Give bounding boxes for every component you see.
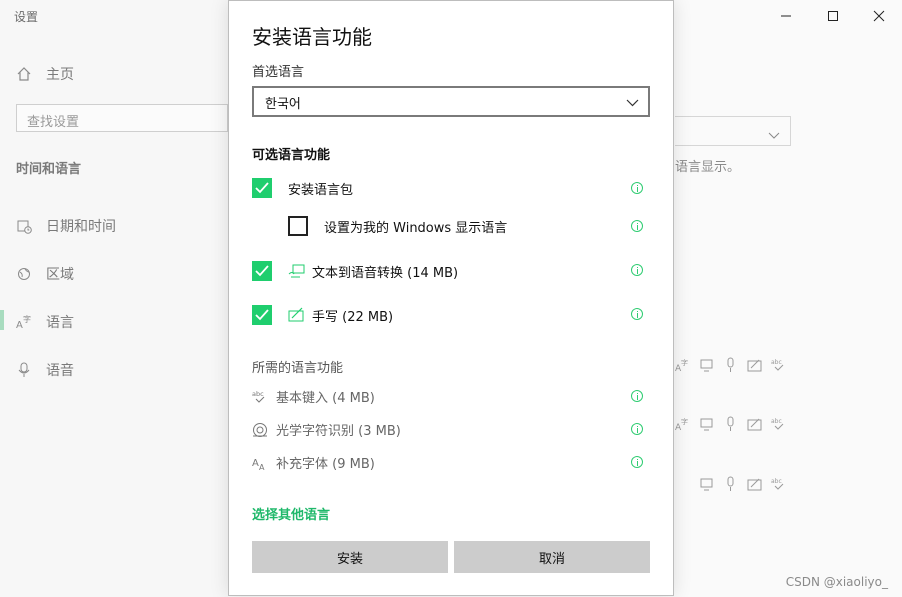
info-icon[interactable]: [631, 456, 643, 468]
option-label: 手写 (22 MB): [312, 309, 394, 325]
svg-text:A: A: [16, 320, 23, 330]
abc-typing-icon: abc: [252, 389, 268, 405]
watermark: CSDN @xiaoliyo_: [785, 575, 888, 589]
sidebar-item-label: 日期和时间: [46, 219, 116, 235]
text-to-speech-icon: [700, 359, 713, 372]
microphone-icon: [727, 476, 734, 491]
svg-text:abc: abc: [252, 390, 264, 398]
option-label: 文本到语音转换 (14 MB): [312, 265, 459, 281]
checkbox-unchecked[interactable]: [288, 216, 308, 236]
language-icon: A字: [675, 417, 688, 432]
close-button[interactable]: [869, 6, 889, 27]
info-icon[interactable]: [631, 182, 643, 194]
install-button[interactable]: 安装: [252, 541, 448, 573]
chevron-down-icon: [626, 96, 639, 111]
required-feature-label: 光学字符识别 (3 MB): [276, 424, 401, 439]
svg-text:abc: abc: [771, 359, 782, 366]
cancel-button[interactable]: 取消: [454, 541, 650, 573]
option-label: 安装语言包: [288, 182, 354, 198]
selection-indicator: [0, 310, 4, 330]
language-features-row: A字 abc: [675, 416, 787, 432]
option-handwriting[interactable]: 手写 (22 MB): [252, 305, 393, 325]
microphone-icon: [16, 362, 32, 378]
svg-text:字: 字: [681, 358, 688, 367]
svg-text:abc: abc: [771, 418, 782, 425]
maximize-button[interactable]: [823, 6, 843, 27]
selected-language: 한국어: [265, 97, 301, 112]
handwriting-icon: [747, 478, 762, 491]
search-input[interactable]: 查找设置: [16, 104, 228, 132]
font-icon: AA: [252, 455, 268, 471]
sidebar-item-date-time[interactable]: 日期和时间: [16, 216, 116, 236]
info-icon[interactable]: [631, 390, 643, 402]
checkbox-checked[interactable]: [252, 261, 272, 281]
microphone-icon: [727, 416, 734, 431]
language-icon: A字: [675, 358, 688, 373]
ocr-icon: [252, 422, 268, 438]
handwriting-icon: [747, 359, 762, 372]
home-icon: [16, 66, 32, 82]
globe-icon: [16, 266, 32, 282]
required-feature-fonts: AA 补充字体 (9 MB): [252, 453, 375, 472]
language-features-row: A字 abc: [675, 357, 787, 373]
abc-typing-icon: abc: [771, 418, 784, 430]
svg-text:字: 字: [23, 314, 31, 324]
info-icon[interactable]: [631, 423, 643, 435]
preferred-language-select[interactable]: 한국어: [252, 86, 650, 117]
option-label: 设置为我的 Windows 显示语言: [324, 220, 508, 236]
minimize-button[interactable]: [776, 6, 796, 27]
text-to-speech-icon: [700, 478, 713, 491]
sidebar-item-language[interactable]: A字 语言: [16, 312, 74, 332]
required-feature-typing: abc 基本键入 (4 MB): [252, 387, 375, 407]
sidebar-item-region[interactable]: 区域: [16, 264, 74, 284]
sidebar: 设置 主页 查找设置 时间和语言 日期和时间 区域 A字 语言 语音: [0, 0, 228, 597]
chevron-down-icon: [768, 125, 780, 144]
section-title: 时间和语言: [16, 162, 82, 177]
sidebar-item-label: 语言: [46, 315, 74, 331]
dialog-title: 安装语言功能: [252, 25, 372, 49]
install-language-dialog: 安装语言功能 首选语言 한국어 可选语言功能 安装语言包 设置为我的 Windo…: [228, 0, 674, 596]
option-set-display-language[interactable]: 设置为我的 Windows 显示语言: [288, 216, 507, 236]
language-features-row: abc: [699, 476, 787, 492]
text-to-speech-icon: [288, 263, 306, 279]
background-dropdown[interactable]: [675, 116, 791, 146]
language-icon: A字: [16, 314, 32, 330]
required-features-title: 所需的语言功能: [252, 361, 344, 376]
text-to-speech-icon: [700, 418, 713, 431]
info-icon[interactable]: [631, 220, 643, 232]
sidebar-item-speech[interactable]: 语音: [16, 360, 74, 380]
info-icon[interactable]: [631, 264, 643, 276]
optional-features-title: 可选语言功能: [252, 148, 331, 163]
checkbox-checked[interactable]: [252, 178, 272, 198]
background-text: 语言显示。: [675, 160, 741, 175]
calendar-clock-icon: [16, 218, 32, 234]
svg-text:A: A: [252, 458, 259, 469]
option-install-language-pack[interactable]: 安装语言包: [252, 178, 353, 198]
sidebar-item-label: 主页: [46, 67, 74, 83]
sidebar-item-label: 区域: [46, 267, 74, 283]
preferred-language-label: 首选语言: [252, 65, 305, 80]
svg-text:abc: abc: [771, 478, 782, 485]
option-text-to-speech[interactable]: 文本到语音转换 (14 MB): [252, 261, 458, 281]
handwriting-icon: [747, 418, 762, 431]
window-title: 设置: [14, 10, 39, 24]
svg-text:A: A: [259, 463, 265, 471]
required-feature-ocr: 光学字符识别 (3 MB): [252, 420, 401, 439]
abc-typing-icon: abc: [771, 478, 784, 490]
choose-other-language-link[interactable]: 选择其他语言: [252, 504, 330, 523]
handwriting-icon: [288, 307, 306, 323]
microphone-icon: [727, 357, 734, 372]
sidebar-item-label: 语音: [46, 363, 74, 379]
info-icon[interactable]: [631, 308, 643, 320]
required-feature-label: 补充字体 (9 MB): [276, 457, 375, 472]
sidebar-item-home[interactable]: 主页: [16, 64, 74, 84]
required-feature-label: 基本键入 (4 MB): [276, 391, 375, 406]
svg-text:字: 字: [681, 417, 688, 426]
checkbox-checked[interactable]: [252, 305, 272, 325]
abc-typing-icon: abc: [771, 359, 784, 371]
